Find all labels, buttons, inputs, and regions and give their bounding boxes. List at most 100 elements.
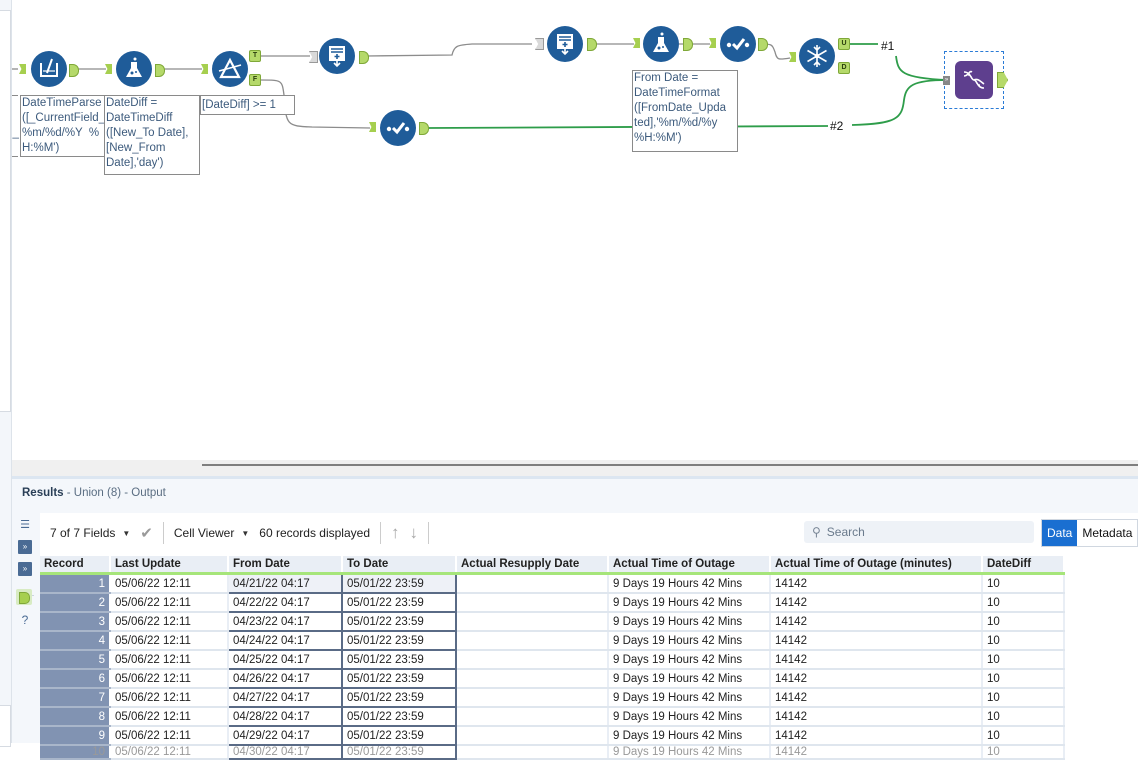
table-cell[interactable]: 10 — [982, 593, 1065, 613]
record-number[interactable]: 8 — [40, 707, 111, 727]
unique-d-anchor[interactable]: D — [838, 62, 850, 74]
record-number[interactable]: 6 — [40, 669, 111, 689]
horizontal-scrollbar[interactable] — [202, 464, 1138, 466]
table-cell[interactable] — [456, 726, 609, 746]
table-cell[interactable]: 04/21/22 04:17 — [227, 573, 343, 594]
table-cell[interactable]: 05/01/22 23:59 — [341, 688, 457, 708]
table-row[interactable]: 8 05/06/22 12:11 04/28/22 04:17 05/01/22 23… — [40, 707, 1065, 727]
table-cell[interactable]: 04/27/22 04:17 — [227, 688, 343, 708]
table-cell[interactable]: 14142 — [770, 707, 983, 727]
table-cell[interactable]: 9 Days 19 Hours 42 Mins — [608, 573, 771, 594]
table-cell[interactable]: 10 — [982, 726, 1065, 746]
table-cell[interactable]: 10 — [982, 688, 1065, 708]
table-row[interactable]: 6 05/06/22 12:11 04/26/22 04:17 05/01/22 23… — [40, 669, 1065, 689]
table-cell[interactable]: 14142 — [770, 631, 983, 651]
tab-metadata[interactable]: Metadata — [1077, 520, 1138, 546]
search-input[interactable]: ⚲ Search — [804, 521, 1034, 543]
table-cell[interactable] — [456, 593, 609, 613]
table-cell[interactable]: 14142 — [770, 688, 983, 708]
table-cell[interactable]: 14142 — [770, 593, 983, 613]
table-cell[interactable]: 05/01/22 23:59 — [341, 650, 457, 670]
select2-tool[interactable] — [380, 110, 416, 146]
list-icon[interactable]: ☰ — [18, 518, 32, 532]
append2-tool[interactable] — [547, 26, 583, 62]
table-cell[interactable]: 05/01/22 23:59 — [341, 669, 457, 689]
table-cell[interactable]: 04/29/22 04:17 — [227, 726, 343, 746]
fields-dropdown[interactable]: 7 of 7 Fields ▼ — [50, 526, 130, 540]
record-number[interactable]: 1 — [40, 573, 111, 594]
filter-true-anchor[interactable]: T — [249, 50, 261, 62]
expand-chevron-icon[interactable]: » — [18, 562, 32, 576]
table-cell[interactable]: 9 Days 19 Hours 42 Mins — [608, 631, 771, 651]
column-header[interactable]: Actual Time of Outage (minutes) — [770, 556, 983, 575]
table-cell[interactable] — [456, 631, 609, 651]
cell-viewer-dropdown[interactable]: Cell Viewer ▼ — [174, 526, 249, 540]
record-number[interactable]: 10 — [40, 745, 111, 760]
table-cell[interactable]: 04/22/22 04:17 — [227, 593, 343, 613]
table-cell[interactable]: 04/25/22 04:17 — [227, 650, 343, 670]
table-cell[interactable]: 04/30/22 04:17 — [227, 745, 343, 760]
table-cell[interactable]: 05/06/22 12:11 — [110, 573, 229, 594]
table-row[interactable]: 10 05/06/22 12:11 04/30/22 04:17 05/01/22 2… — [40, 745, 1065, 760]
table-cell[interactable]: 10 — [982, 669, 1065, 689]
table-cell[interactable]: 05/01/22 23:59 — [341, 726, 457, 746]
apply-check-icon[interactable]: ✔ — [140, 524, 153, 542]
table-cell[interactable]: 14142 — [770, 612, 983, 632]
pane-splitter[interactable] — [12, 460, 1138, 479]
unique-tool[interactable] — [799, 38, 835, 74]
table-cell[interactable]: 05/06/22 12:11 — [110, 593, 229, 613]
table-cell[interactable]: 05/06/22 12:11 — [110, 631, 229, 651]
table-cell[interactable]: 04/24/22 04:17 — [227, 631, 343, 651]
table-cell[interactable]: 9 Days 19 Hours 42 Mins — [608, 745, 771, 760]
table-cell[interactable]: 05/06/22 12:11 — [110, 745, 229, 760]
record-number[interactable]: 7 — [40, 688, 111, 708]
table-cell[interactable]: 05/01/22 23:59 — [341, 745, 457, 760]
table-cell[interactable]: 04/23/22 04:17 — [227, 612, 343, 632]
append1-tool[interactable] — [319, 38, 355, 74]
table-cell[interactable]: 9 Days 19 Hours 42 Mins — [608, 669, 771, 689]
table-row[interactable]: 1 05/06/22 12:11 04/21/22 04:17 05/01/22 23… — [40, 573, 1065, 594]
table-cell[interactable]: 14142 — [770, 573, 983, 594]
table-cell[interactable]: 05/06/22 12:11 — [110, 707, 229, 727]
arrow-up-icon[interactable]: ↑ — [391, 523, 400, 543]
record-number[interactable]: 3 — [40, 612, 111, 632]
table-cell[interactable]: 05/06/22 12:11 — [110, 688, 229, 708]
output-anchor-icon[interactable] — [16, 589, 32, 605]
table-cell[interactable]: 9 Days 19 Hours 42 Mins — [608, 593, 771, 613]
table-cell[interactable]: 9 Days 19 Hours 42 Mins — [608, 650, 771, 670]
table-cell[interactable]: 10 — [982, 707, 1065, 727]
table-cell[interactable] — [456, 669, 609, 689]
record-number[interactable]: 5 — [40, 650, 111, 670]
table-cell[interactable]: 10 — [982, 612, 1065, 632]
table-cell[interactable]: 04/28/22 04:17 — [227, 707, 343, 727]
expand-chevron-icon[interactable]: » — [18, 540, 32, 554]
table-cell[interactable]: 10 — [982, 573, 1065, 594]
table-cell[interactable] — [456, 707, 609, 727]
record-number[interactable]: 4 — [40, 631, 111, 651]
union-input-anchor[interactable]: » — [943, 76, 950, 85]
column-header[interactable]: To Date — [342, 556, 457, 575]
table-cell[interactable]: 9 Days 19 Hours 42 Mins — [608, 688, 771, 708]
table-cell[interactable] — [456, 745, 609, 760]
column-header[interactable]: From Date — [228, 556, 343, 575]
dock-panel-edge[interactable] — [0, 10, 11, 412]
table-cell[interactable]: 9 Days 19 Hours 42 Mins — [608, 707, 771, 727]
table-cell[interactable]: 05/06/22 12:11 — [110, 669, 229, 689]
table-cell[interactable]: 05/06/22 12:11 — [110, 650, 229, 670]
column-header[interactable]: Actual Resupply Date — [456, 556, 609, 575]
table-cell[interactable]: 9 Days 19 Hours 42 Mins — [608, 726, 771, 746]
table-cell[interactable] — [456, 612, 609, 632]
column-header[interactable]: Record — [40, 556, 111, 575]
union-tool[interactable]: » — [943, 51, 1008, 109]
column-header[interactable]: DateDiff — [982, 556, 1065, 575]
table-cell[interactable]: 05/01/22 23:59 — [341, 707, 457, 727]
table-row[interactable]: 9 05/06/22 12:11 04/29/22 04:17 05/01/22 23… — [40, 726, 1065, 746]
table-cell[interactable]: 10 — [982, 631, 1065, 651]
tab-data[interactable]: Data — [1042, 520, 1078, 546]
help-icon[interactable]: ? — [18, 613, 32, 627]
record-number[interactable]: 9 — [40, 726, 111, 746]
table-cell[interactable]: 14142 — [770, 669, 983, 689]
table-cell[interactable]: 14142 — [770, 726, 983, 746]
table-cell[interactable]: 10 — [982, 650, 1065, 670]
table-row[interactable]: 2 05/06/22 12:11 04/22/22 04:17 05/01/22 23… — [40, 593, 1065, 613]
